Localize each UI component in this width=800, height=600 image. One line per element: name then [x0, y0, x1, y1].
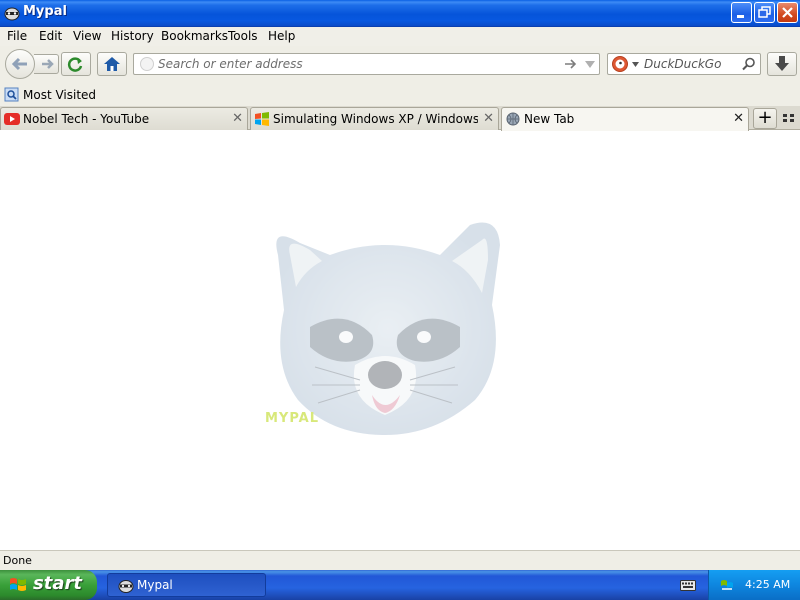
windows-icon — [255, 112, 269, 126]
start-label: start — [33, 573, 82, 594]
tab-label: Nobel Tech - YouTube — [23, 112, 150, 126]
window-title: Mypal — [23, 4, 67, 19]
bookmarks-toolbar: Most Visited — [0, 84, 800, 106]
logo-text: MYPAL — [265, 411, 320, 426]
navigation-toolbar — [0, 46, 800, 84]
network-icon[interactable] — [719, 577, 735, 593]
tab-close-icon[interactable]: ✕ — [232, 111, 243, 126]
taskbar-item-mypal[interactable]: Mypal — [107, 573, 266, 597]
menu-tools[interactable]: Tools — [228, 29, 258, 43]
forward-button[interactable] — [34, 54, 59, 74]
close-icon — [782, 7, 793, 18]
search-icon[interactable] — [742, 57, 756, 71]
menu-file[interactable]: File — [7, 29, 27, 43]
restore-button[interactable] — [754, 2, 775, 23]
plus-icon: + — [757, 107, 773, 128]
tab-close-icon[interactable]: ✕ — [733, 111, 744, 126]
go-arrow-icon[interactable] — [564, 57, 578, 71]
menu-edit[interactable]: Edit — [39, 29, 62, 43]
reload-button[interactable] — [61, 52, 91, 76]
windows-flag-icon — [10, 578, 26, 591]
mypal-raccoon-logo — [276, 222, 500, 435]
tab-simulating-windows[interactable]: Simulating Windows XP / Windows Vista /.… — [250, 107, 499, 130]
menu-history[interactable]: History — [111, 29, 154, 43]
tab-label: New Tab — [524, 112, 575, 126]
start-button[interactable]: start — [0, 570, 97, 600]
close-button[interactable] — [777, 2, 798, 23]
search-input[interactable] — [644, 56, 740, 72]
page-content: MYPAL — [0, 131, 800, 550]
duckduckgo-icon[interactable] — [611, 55, 629, 73]
minimize-button[interactable] — [731, 2, 752, 23]
menu-bookmarks[interactable]: Bookmarks — [161, 29, 228, 43]
back-forward-group — [5, 49, 59, 79]
download-arrow-icon — [775, 56, 789, 71]
tab-label: Simulating Windows XP / Windows Vista /.… — [273, 112, 478, 126]
new-tab-button[interactable]: + — [753, 108, 777, 129]
taskbar-clock[interactable]: 4:25 AM — [745, 578, 790, 591]
page-icon — [140, 57, 154, 71]
home-button[interactable] — [97, 52, 127, 76]
raccoon-app-icon — [4, 7, 20, 21]
restore-icon — [758, 6, 771, 18]
tab-new-tab[interactable]: New Tab ✕ — [501, 107, 749, 131]
title-bar: Mypal — [0, 0, 800, 27]
reload-icon — [67, 57, 83, 72]
menu-bar: File Edit View History Bookmarks Tools H… — [0, 27, 800, 46]
dropdown-arrow-icon[interactable] — [584, 59, 596, 71]
address-bar[interactable] — [133, 53, 600, 75]
tab-strip: Nobel Tech - YouTube ✕ Simulating Window… — [0, 106, 800, 131]
tab-youtube[interactable]: Nobel Tech - YouTube ✕ — [0, 107, 248, 130]
menu-view[interactable]: View — [73, 29, 101, 43]
menu-help[interactable]: Help — [268, 29, 295, 43]
list-all-tabs-icon[interactable] — [782, 111, 796, 125]
back-button[interactable] — [5, 49, 35, 79]
status-bar: Done — [0, 550, 800, 570]
status-text: Done — [3, 554, 32, 567]
taskbar-item-label: Mypal — [137, 578, 173, 592]
search-bar[interactable] — [607, 53, 761, 75]
keyboard-icon[interactable] — [680, 578, 696, 592]
youtube-icon — [4, 113, 20, 125]
globe-icon — [506, 112, 520, 126]
most-visited-icon — [4, 87, 19, 102]
forward-arrow-icon — [42, 59, 54, 69]
bookmark-label: Most Visited — [23, 88, 97, 102]
taskbar: start Mypal 4:25 AM — [0, 570, 800, 600]
downloads-button[interactable] — [767, 52, 797, 76]
tab-close-icon[interactable]: ✕ — [483, 111, 494, 126]
system-tray: 4:25 AM — [708, 570, 800, 600]
back-arrow-icon — [11, 57, 27, 71]
minimize-icon — [737, 15, 744, 18]
raccoon-app-icon — [118, 580, 134, 593]
engine-dropdown-icon[interactable] — [632, 61, 640, 69]
home-icon — [104, 57, 120, 71]
address-input[interactable] — [158, 56, 558, 72]
